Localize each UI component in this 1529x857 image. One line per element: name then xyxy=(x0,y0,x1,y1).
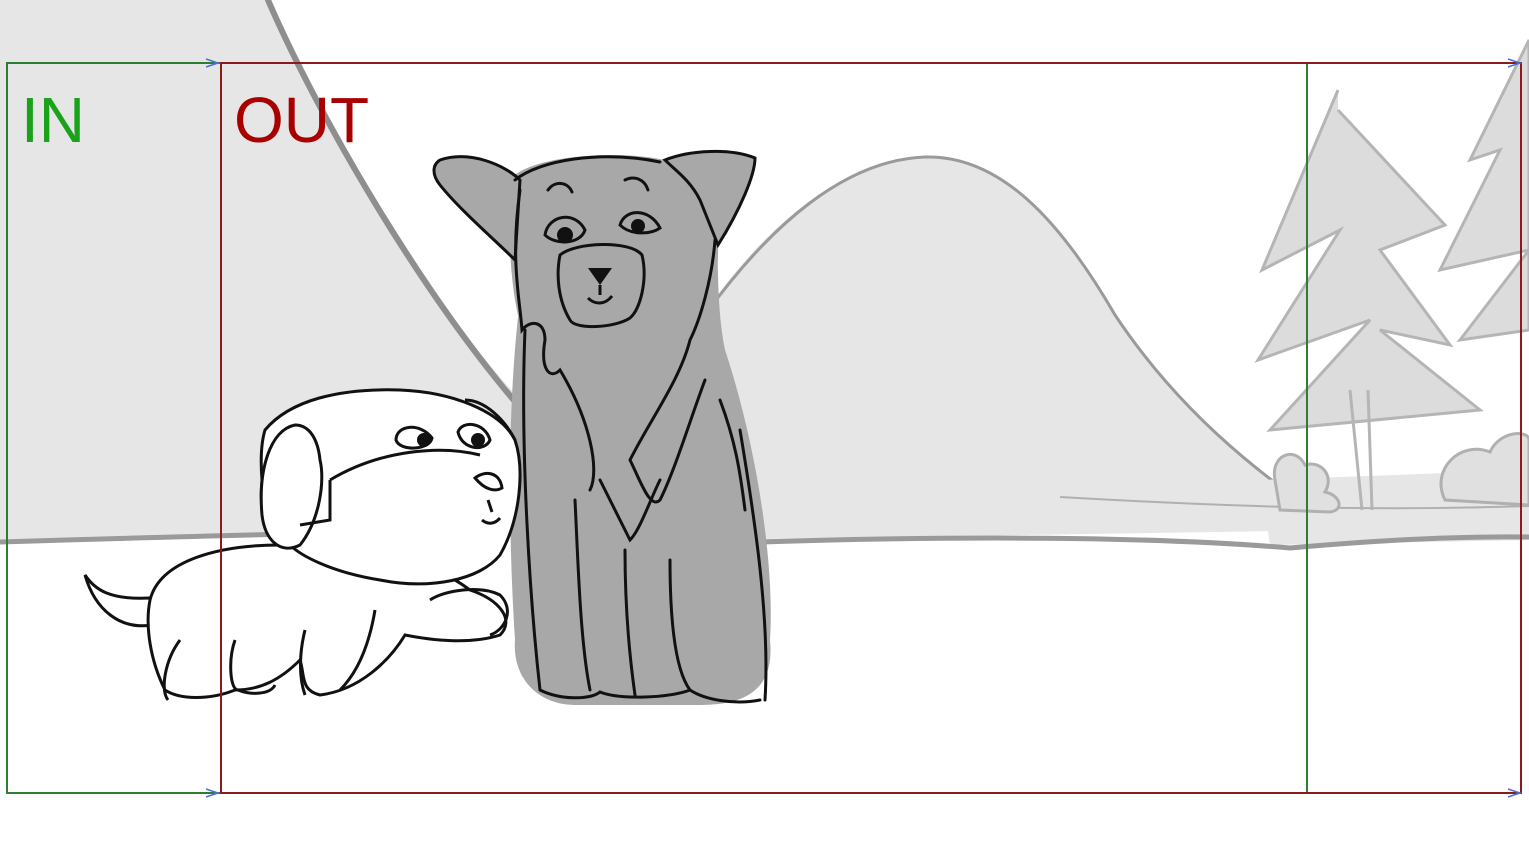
sitting-dog-ear-left xyxy=(432,155,522,264)
out-frame-label: OUT xyxy=(234,84,370,156)
puppy-tail xyxy=(83,574,154,628)
storyboard-panel xyxy=(0,0,1529,798)
pine-tree-left xyxy=(1254,89,1484,511)
in-frame-label: IN xyxy=(21,84,85,156)
background-scenery xyxy=(0,0,1529,551)
pine-tree-right xyxy=(1437,39,1529,343)
